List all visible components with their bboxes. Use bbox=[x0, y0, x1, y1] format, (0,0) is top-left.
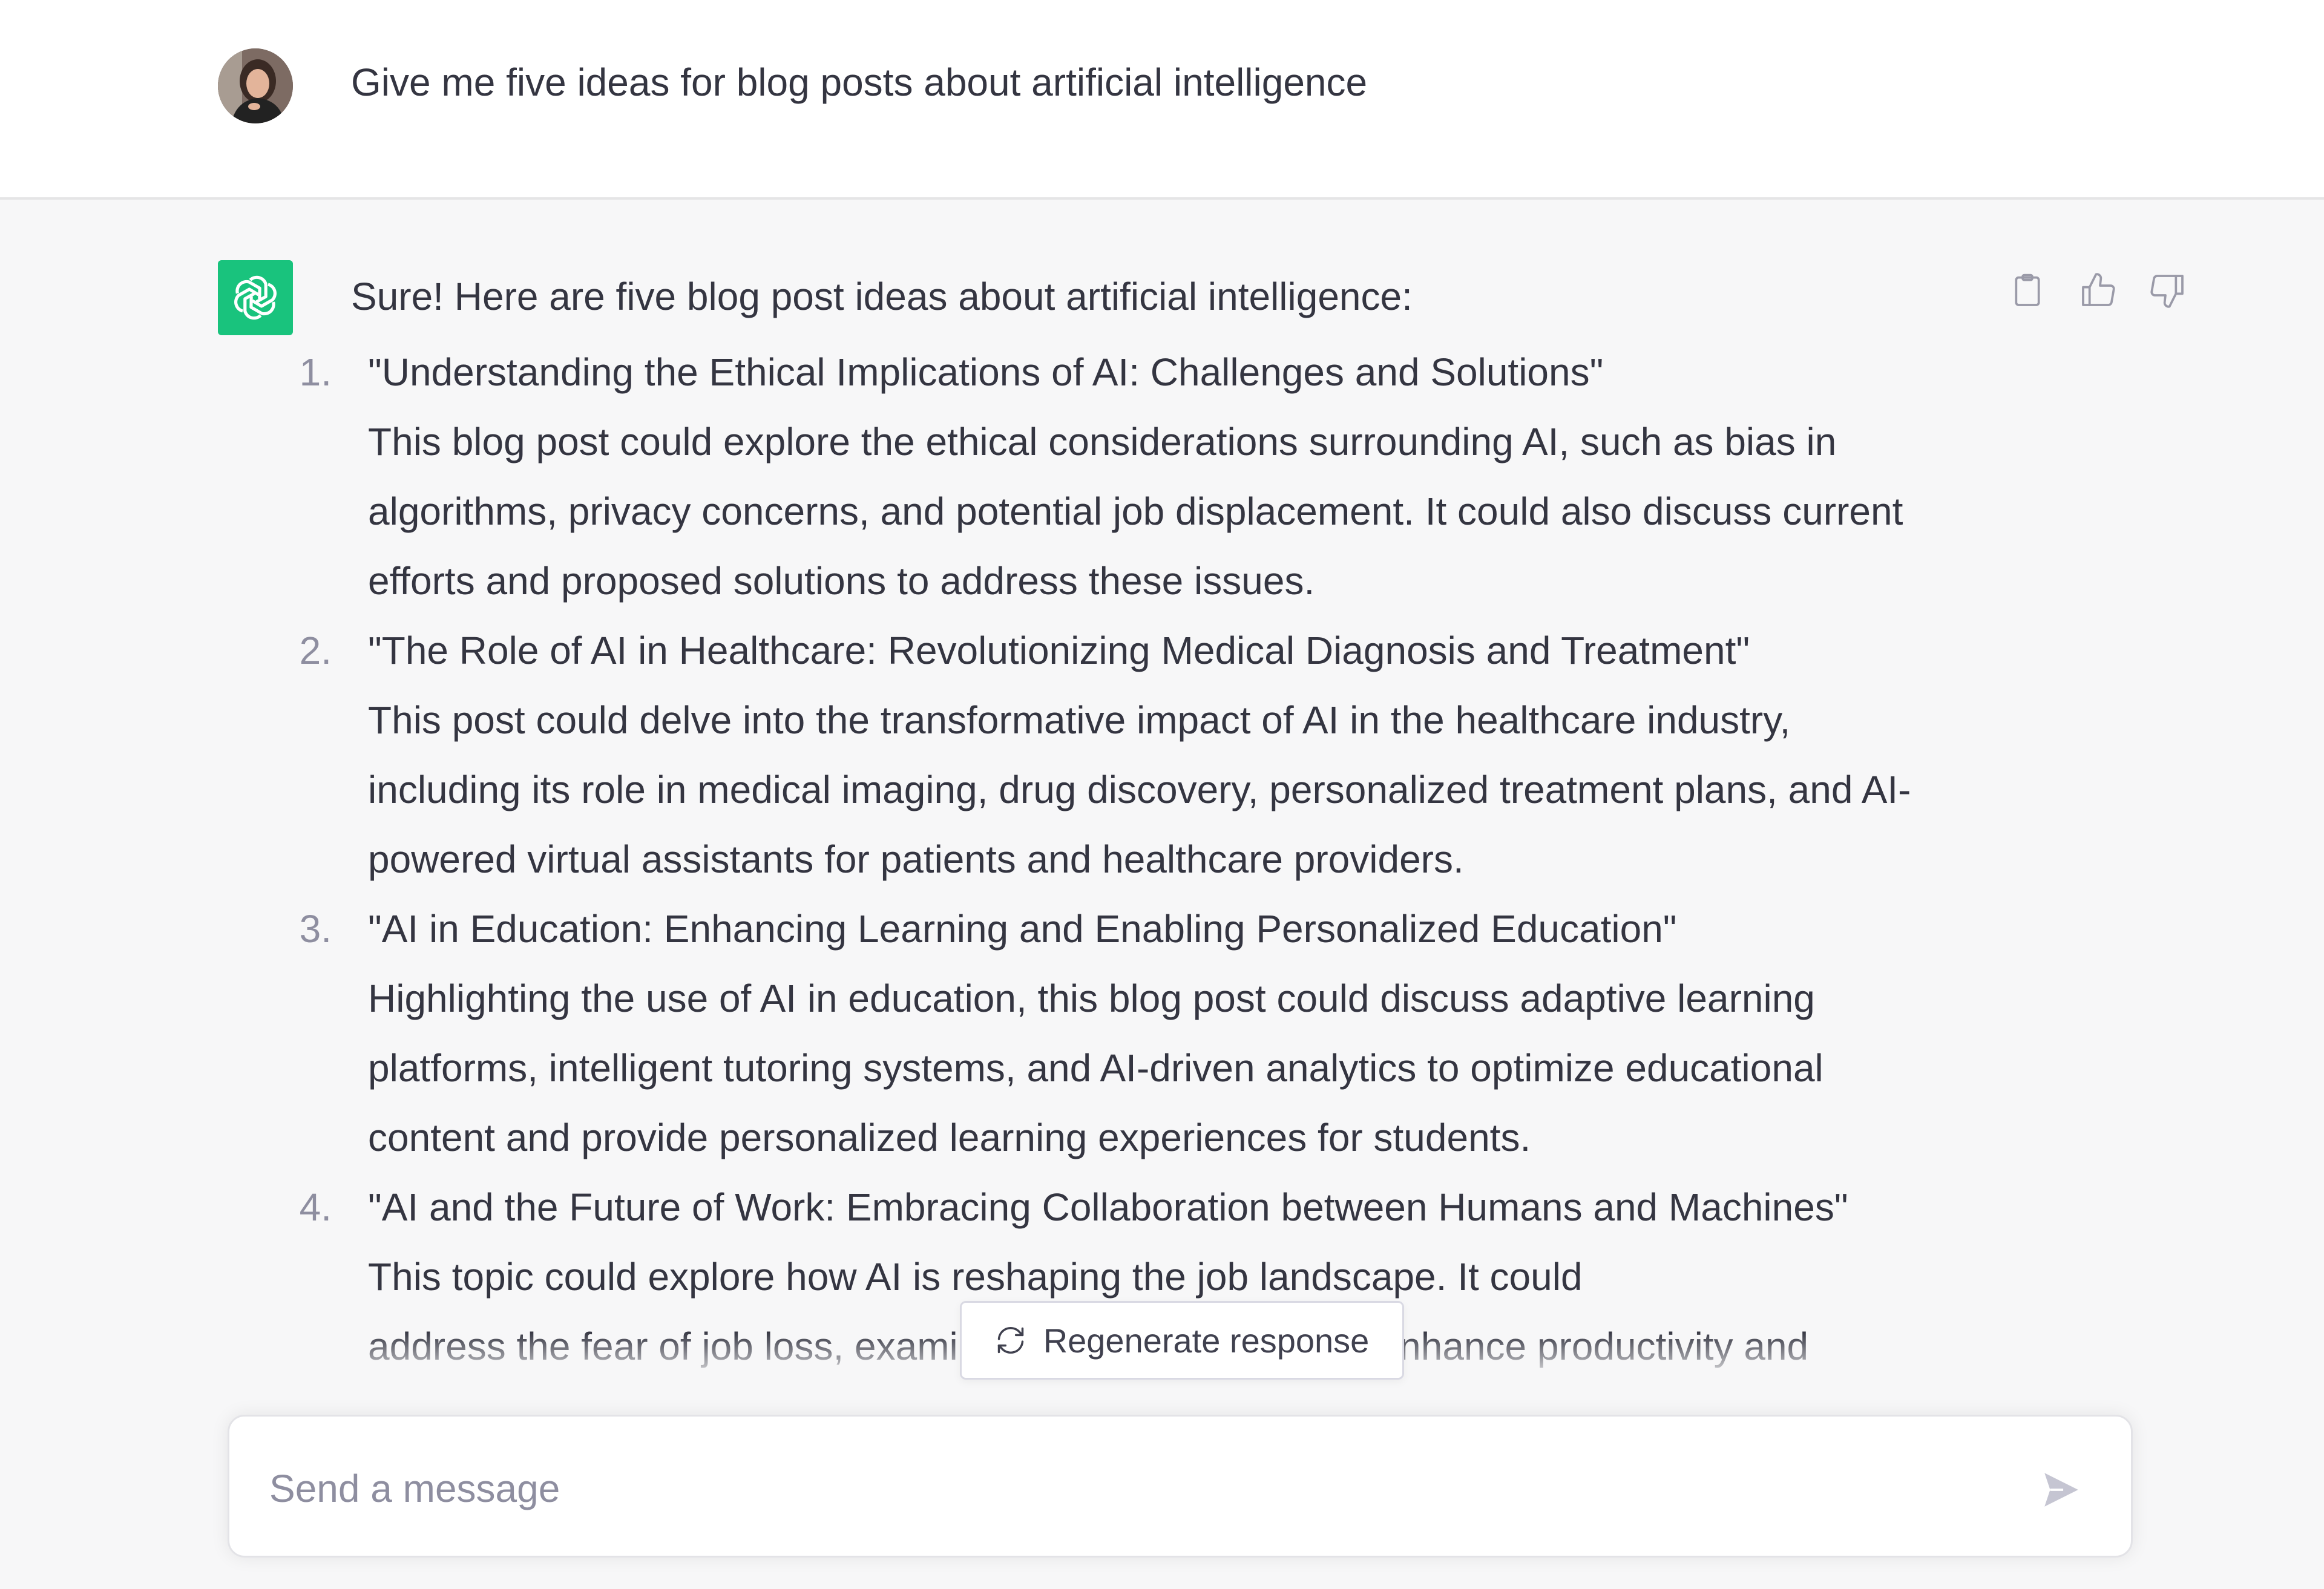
list-item-description-line: algorithms, privacy concerns, and potent… bbox=[368, 490, 1903, 533]
list-item-description-line: This post could delve into the transform… bbox=[368, 698, 1791, 742]
refresh-icon bbox=[997, 1326, 1023, 1354]
thumbs-down-button[interactable] bbox=[2145, 267, 2191, 313]
message-input[interactable] bbox=[269, 1455, 2024, 1522]
list-item: 2. "The Role of AI in Healthcare: Revolu… bbox=[300, 616, 1985, 894]
list-item: 1. "Understanding the Ethical Implicatio… bbox=[300, 338, 1985, 616]
send-button[interactable] bbox=[2034, 1463, 2089, 1517]
regenerate-response-button[interactable]: Regenerate response bbox=[960, 1301, 1404, 1380]
chat-window: Give me five ideas for blog posts about … bbox=[0, 0, 2324, 1589]
message-composer bbox=[228, 1415, 2133, 1558]
send-icon bbox=[2044, 1473, 2078, 1507]
copy-button[interactable] bbox=[2004, 267, 2050, 313]
list-item-number: 3. bbox=[299, 907, 332, 951]
user-message-row: Give me five ideas for blog posts about … bbox=[0, 0, 2324, 200]
clipboard-icon bbox=[2015, 274, 2040, 306]
user-photo-icon bbox=[218, 48, 293, 123]
list-item-number: 2. bbox=[299, 629, 332, 672]
thumbs-up-button[interactable] bbox=[2075, 267, 2121, 313]
list-item: 3. "AI in Education: Enhancing Learning … bbox=[300, 894, 1985, 1173]
list-item-description-line: including its role in medical imaging, d… bbox=[368, 768, 1911, 811]
message-actions bbox=[2004, 267, 2191, 313]
list-item-description-line: This blog post could explore the ethical… bbox=[368, 420, 1837, 464]
assistant-avatar bbox=[218, 260, 293, 335]
list-item-description-line: content and provide personalized learnin… bbox=[368, 1116, 1531, 1159]
list-item-description-line: Highlighting the use of AI in education,… bbox=[368, 977, 1815, 1020]
thumbs-down-icon bbox=[2150, 275, 2184, 308]
list-item-title: "The Role of AI in Healthcare: Revolutio… bbox=[368, 629, 1750, 672]
list-item-title: "AI and the Future of Work: Embracing Co… bbox=[368, 1185, 1848, 1229]
list-item-number: 1. bbox=[299, 350, 332, 394]
list-item-description-line: powered virtual assistants for patients … bbox=[368, 837, 1464, 881]
list-item-title: "Understanding the Ethical Implications … bbox=[368, 350, 1604, 394]
list-item-number: 4. bbox=[299, 1185, 332, 1229]
openai-logo-icon bbox=[234, 275, 277, 320]
assistant-message-body: Sure! Here are five blog post ideas abou… bbox=[300, 272, 1985, 1381]
list-item-description-line: efforts and proposed solutions to addres… bbox=[368, 559, 1315, 603]
list-item-title: "AI in Education: Enhancing Learning and… bbox=[368, 907, 1677, 951]
ideas-list: 1. "Understanding the Ethical Implicatio… bbox=[300, 338, 1985, 1381]
regenerate-label: Regenerate response bbox=[1043, 1321, 1370, 1360]
user-message-text: Give me five ideas for blog posts about … bbox=[351, 61, 1368, 104]
thumbs-up-icon bbox=[2082, 273, 2115, 306]
list-item-description-line: platforms, intelligent tutoring systems,… bbox=[368, 1046, 1823, 1090]
assistant-intro: Sure! Here are five blog post ideas abou… bbox=[351, 275, 1413, 318]
user-avatar bbox=[218, 48, 293, 123]
